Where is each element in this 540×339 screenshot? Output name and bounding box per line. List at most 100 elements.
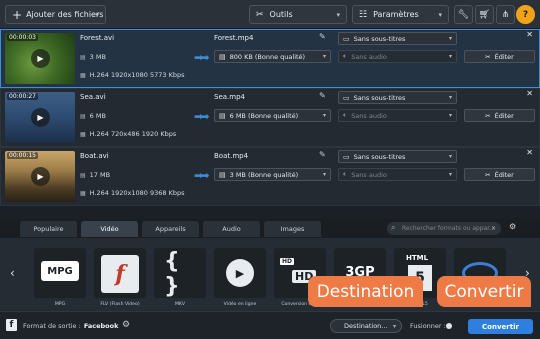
chevron-down-icon: ▾ [448, 112, 452, 119]
format-tile-mpg[interactable]: MPG [34, 248, 86, 298]
file-icon: ▤ [80, 54, 86, 61]
subtitles-icon: ▭ [343, 93, 350, 102]
chevron-down-icon: ▾ [392, 322, 396, 330]
rename-pencil-icon[interactable]: ✎ [319, 91, 326, 100]
format-settings-icon[interactable]: ⚙ [509, 222, 516, 231]
duration-label: 00:00:03 [7, 34, 38, 41]
edit-button[interactable]: ✂ Éditer [464, 109, 535, 122]
source-size: ▤ 3 MB [80, 53, 106, 61]
merge-toggle[interactable] [446, 323, 452, 329]
edit-button[interactable]: ✂ Éditer [464, 50, 535, 63]
tools-label: Outils [269, 10, 293, 19]
source-codec-info: ▦ H.264 1920x1080 5773 Kbps [80, 71, 185, 79]
facebook-icon: f [6, 319, 17, 331]
format-tile-flv[interactable]: f [94, 248, 146, 298]
rename-pencil-icon[interactable]: ✎ [319, 32, 326, 41]
mpg-icon: MPG [41, 261, 79, 281]
format-search-input[interactable]: ⌕ Rechercher formats ou appar... ✕ [387, 222, 501, 235]
output-size-select[interactable]: ▤ 6 MB (Bonne qualité) ▾ [214, 109, 331, 122]
output-size-select[interactable]: ▤ 3 MB (Bonne qualité) ▾ [214, 168, 331, 181]
format-label: MPG [54, 302, 66, 307]
format-label: FLV (Flash Video) [100, 302, 140, 307]
tab-devices[interactable]: Appareils [142, 221, 199, 237]
convert-arrow-icon: ➡➡ [194, 110, 210, 123]
source-codec-info: ▦ H.264 720x486 1920 Kbps [80, 130, 177, 138]
bottom-bar: f Format de sortie : Facebook ⚙ Destinati… [0, 311, 540, 339]
remove-file-icon[interactable]: ✕ [526, 89, 533, 98]
output-format-value: Facebook [83, 322, 119, 330]
subtitles-select[interactable]: ▭ Sans sous-titres ▾ [338, 91, 457, 104]
source-codec-info: ▦ H.264 1920x1080 9368 Kbps [80, 189, 185, 197]
format-label: Vidéo en ligne [223, 302, 257, 307]
file-icon: ▤ [219, 52, 226, 61]
output-file-name: Sea.mp4 [214, 93, 245, 101]
tab-video[interactable]: Vidéo [81, 221, 138, 237]
tools-menu-button[interactable]: ✂ Outils ▾ [249, 5, 347, 24]
wrench-icon: 🔧︎ [457, 9, 470, 20]
output-size-select[interactable]: ▤ 800 KB (Bonne qualité) ▾ [214, 50, 331, 63]
audio-select[interactable]: 🔈︎ Sans audio ▾ [338, 168, 457, 181]
duration-label: 00:00:15 [7, 152, 38, 159]
destination-callout: Destination [308, 276, 423, 307]
cart-icon: 🛒︎ [478, 9, 491, 20]
source-file-name: Sea.avi [80, 93, 106, 101]
convert-button[interactable]: Convertir [468, 319, 533, 334]
speaker-icon: 🔈︎ [343, 111, 348, 119]
file-row[interactable]: 00:00:03 ▶ Forest.avi ▤ 3 MB ▦ H.264 1920x… [0, 29, 540, 88]
help-button[interactable]: ? [516, 5, 535, 24]
settings-menu-button[interactable]: ☷ Paramètres ▾ [352, 5, 449, 24]
remove-file-icon[interactable]: ✕ [526, 30, 533, 39]
play-icon[interactable]: ▶ [31, 108, 50, 127]
tab-audio[interactable]: Audio [203, 221, 260, 237]
play-icon[interactable]: ▶ [31, 49, 50, 68]
format-tile-mkv[interactable]: { } [154, 248, 206, 298]
help-icon: ? [522, 9, 529, 20]
output-settings-icon[interactable]: ⚙ [122, 320, 130, 330]
format-tile-online-video[interactable]: ▶ [214, 248, 266, 298]
destination-select[interactable]: Destination... ▾ [330, 319, 402, 333]
merge-label: Fusionner : [410, 322, 446, 330]
file-icon: ▤ [219, 170, 226, 179]
convert-callout: Convertir [437, 276, 531, 307]
video-thumbnail[interactable]: 00:00:03 ▶ [5, 33, 75, 84]
speaker-icon: 🔈︎ [343, 170, 348, 178]
speaker-icon: 🔈︎ [343, 52, 348, 60]
output-file-name: Forest.mp4 [214, 34, 254, 42]
mkv-icon: { } [164, 249, 180, 298]
chevron-left-icon[interactable]: ‹ [10, 266, 15, 280]
cart-button[interactable]: 🛒︎ [475, 5, 494, 24]
film-icon: ▦ [80, 190, 86, 197]
add-files-label: Ajouter des fichiers [26, 10, 104, 19]
film-icon: ▦ [80, 131, 86, 138]
add-files-button[interactable]: + Ajouter des fichiers ▾ [5, 5, 106, 24]
source-file-name: Forest.avi [80, 34, 115, 42]
audio-select[interactable]: 🔈︎ Sans audio ▾ [338, 109, 457, 122]
file-row[interactable]: 00:00:15 ▶ Boat.avi ▤ 17 MB ▦ H.264 1920x1… [0, 147, 540, 206]
audio-select[interactable]: 🔈︎ Sans audio ▾ [338, 50, 457, 63]
subtitles-select[interactable]: ▭ Sans sous-titres ▾ [338, 150, 457, 163]
settings-icon: ☷ [359, 9, 368, 20]
remove-file-icon[interactable]: ✕ [526, 148, 533, 157]
output-format-label: Format de sortie : Facebook [23, 322, 119, 330]
share-button[interactable]: ⋔ [496, 5, 515, 24]
tab-images[interactable]: Images [264, 221, 321, 237]
play-icon[interactable]: ▶ [31, 167, 50, 186]
tab-popular[interactable]: Populaire [20, 221, 77, 237]
chevron-down-icon: ▾ [438, 10, 442, 19]
wrench-button[interactable]: 🔧︎ [454, 5, 473, 24]
chevron-down-icon: ▾ [322, 112, 326, 119]
file-list: 00:00:03 ▶ Forest.avi ▤ 3 MB ▦ H.264 1920x… [0, 29, 540, 219]
share-icon: ⋔ [501, 9, 510, 20]
rename-pencil-icon[interactable]: ✎ [319, 150, 326, 159]
video-thumbnail[interactable]: 00:00:27 ▶ [5, 92, 75, 143]
video-thumbnail[interactable]: 00:00:15 ▶ [5, 151, 75, 202]
chevron-down-icon: ▾ [95, 10, 99, 19]
subtitles-select[interactable]: ▭ Sans sous-titres ▾ [338, 32, 457, 45]
clear-search-icon[interactable]: ✕ [491, 225, 496, 232]
edit-button[interactable]: ✂ Éditer [464, 168, 535, 181]
subtitles-icon: ▭ [343, 34, 350, 43]
flash-icon: f [101, 255, 139, 293]
online-video-icon: ▶ [226, 259, 254, 287]
file-row[interactable]: 00:00:27 ▶ Sea.avi ▤ 6 MB ▦ H.264 720x486 … [0, 88, 540, 147]
chevron-down-icon: ▾ [448, 171, 452, 178]
